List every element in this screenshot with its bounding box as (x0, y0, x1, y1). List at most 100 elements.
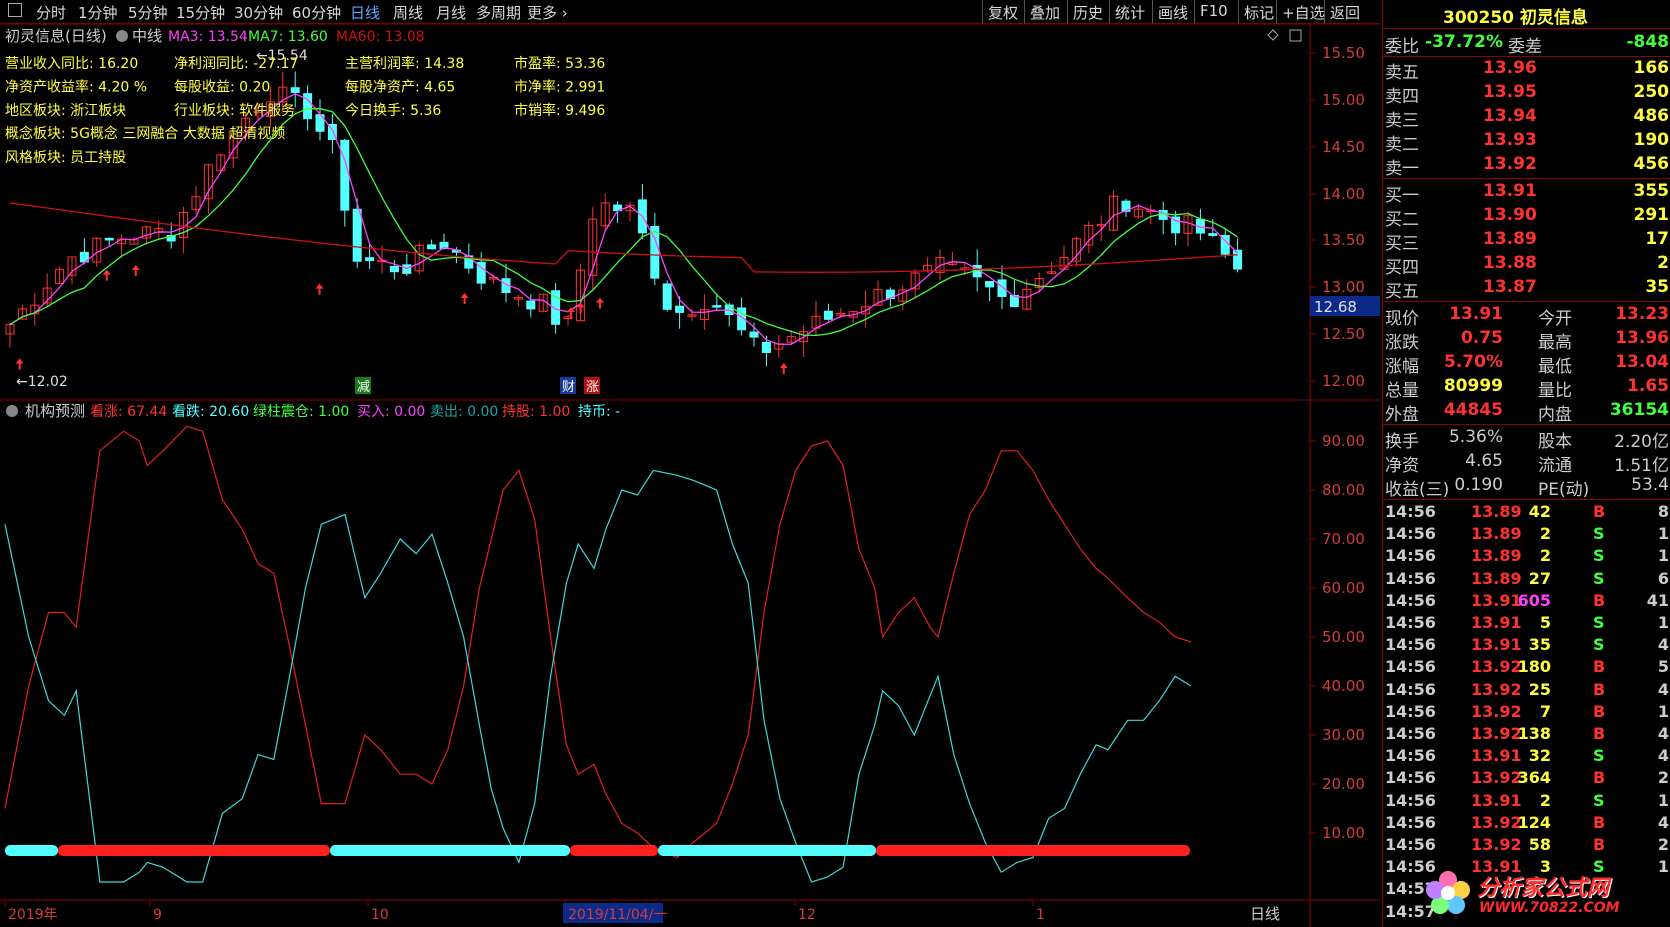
bid-volume-3: 2 (1657, 253, 1669, 273)
tick-count: 4 (1657, 635, 1669, 655)
quote-value-1: 0.75 (1461, 328, 1503, 348)
main-indicator: 中线 (132, 27, 162, 45)
panel-divider (1383, 178, 1670, 179)
tick-count: 5 (1657, 657, 1669, 677)
concept-board: 概念板块: 5G概念 三网融合 大数据 超清视频 (5, 125, 285, 142)
tick-count: 1 (1657, 790, 1669, 810)
ma3-label: MA3: 13.54 (168, 29, 248, 45)
panel-header: 300250 初灵信息 (1383, 3, 1670, 28)
panel-divider (1383, 301, 1670, 302)
candle-body (985, 280, 995, 288)
bid-volume-0: 355 (1633, 181, 1670, 201)
ask-label-0: 卖五 (1385, 63, 1419, 83)
tick-volume: 124 (1517, 812, 1551, 832)
tick-count: 4 (1657, 724, 1669, 743)
bid-volume-1: 291 (1633, 205, 1670, 225)
tick-row: 14:56 13.92 180 B 5 (1383, 657, 1670, 679)
tick-time: 14:56 (1385, 568, 1436, 588)
quote-label2-3: 量比 (1538, 381, 1572, 401)
bear-line (4, 469, 1192, 883)
quote-row-1: 涨跌 0.75 最高 13.96 (1383, 328, 1670, 353)
signal-bar-4 (658, 845, 876, 856)
main-ylabel-1: 15.00 (1322, 91, 1365, 109)
period-label: 日线 (1250, 905, 1280, 923)
sub-item-6: 持币: - (578, 404, 620, 420)
stat-label-2: 收益(三) (1385, 480, 1450, 500)
ask-volume-4: 456 (1633, 154, 1670, 174)
fund-2-3: 市销率: 9.496 (514, 102, 605, 119)
stat-value2-0: 2.20亿 (1614, 432, 1669, 452)
bid-price-0: 13.91 (1483, 181, 1537, 201)
tick-side: B (1593, 590, 1606, 610)
stock-code-name: 300250 初灵信息 (1443, 8, 1588, 28)
candle-body (761, 341, 771, 353)
tick-time: 14:56 (1385, 635, 1436, 655)
tick-time: 14:56 (1385, 502, 1436, 521)
kline-chart[interactable]: 15.50 15.00 14.50 14.00 13.50 13.00 12.50 12.00… (0, 0, 1380, 927)
tick-time: 14:56 (1385, 701, 1436, 721)
tick-volume: 58 (1528, 835, 1551, 854)
site-watermark: 分析家公式网 WWW.70822.COM (1423, 868, 1669, 920)
tick-time: 14:56 (1385, 768, 1436, 788)
tick-count: 4 (1657, 812, 1669, 832)
up-arrow-icon (595, 297, 604, 309)
stat-row-2: 收益(三) 0.190 PE(动) 53.4 (1383, 475, 1670, 500)
tick-volume: 180 (1517, 657, 1551, 677)
signal-bar-3 (570, 845, 658, 856)
tick-row: 14:56 13.92 364 B 2 (1383, 768, 1670, 790)
candle-body (427, 244, 437, 250)
tick-price: 13.92 (1471, 679, 1522, 699)
quote-value2-1: 13.96 (1615, 328, 1669, 348)
ask-label-1: 卖四 (1385, 87, 1419, 107)
panel-divider (1383, 28, 1670, 29)
candle-body (340, 139, 350, 211)
tick-price: 13.92 (1471, 812, 1522, 832)
tick-count: 2 (1657, 768, 1669, 788)
quote-label-0: 现价 (1385, 309, 1419, 329)
ma7-line (9, 107, 1238, 337)
sub-item-3: 买入: 0.00 (357, 404, 425, 420)
sub-ylabel-0: 90.00 (1322, 432, 1365, 450)
tick-time: 14:56 (1385, 546, 1436, 566)
ask-price-4: 13.92 (1483, 154, 1537, 174)
fund-0-2: 主营利润率: 14.38 (345, 55, 464, 72)
main-ylabel-0: 15.50 (1322, 44, 1365, 62)
ask-row-3: 卖二 13.93 190 (1383, 130, 1670, 155)
sub-ylabel-2: 70.00 (1322, 530, 1365, 548)
quote-row-3: 总量 80999 量比 1.65 (1383, 376, 1670, 401)
tick-side: B (1593, 724, 1606, 743)
sub-item-0: 看涨: 67.44 (90, 404, 167, 420)
up-arrow-icon (315, 283, 324, 295)
tick-count: 1 (1657, 546, 1669, 566)
indicator-toggle-icon (116, 30, 128, 42)
stat-value-2: 0.190 (1454, 475, 1503, 495)
sub-ylabel-4: 50.00 (1322, 628, 1365, 646)
webi-row: 委比 -37.72% 委差 -848 (1383, 32, 1670, 57)
quote-value-3: 80999 (1443, 376, 1503, 396)
finance-marker: 财 (562, 380, 575, 395)
tick-volume: 364 (1517, 768, 1551, 788)
candle-body (389, 265, 399, 273)
quote-label-1: 涨跌 (1385, 333, 1419, 353)
bid-label-2: 买三 (1385, 234, 1419, 254)
flower-logo-icon (1426, 871, 1470, 914)
tick-row: 14:56 13.92 124 B 4 (1383, 813, 1670, 835)
quote-value2-3: 1.65 (1627, 376, 1669, 396)
stat-value2-1: 1.51亿 (1614, 456, 1669, 476)
fund-1-0: 净资产收益率: 4.20 % (5, 79, 147, 96)
tick-count: 4 (1657, 679, 1669, 699)
tick-time: 14:56 (1385, 679, 1436, 699)
tick-price: 13.89 (1471, 546, 1522, 566)
bid-row-1: 买二 13.90 291 (1383, 205, 1670, 230)
fund-2-2: 今日换手: 5.36 (345, 102, 441, 119)
quote-label-4: 外盘 (1385, 405, 1419, 425)
candle-body (823, 310, 833, 320)
quote-value-4: 44845 (1443, 400, 1503, 420)
quote-row-2: 涨幅 5.70% 最低 13.04 (1383, 352, 1670, 377)
xaxis-label-1: 9 (153, 907, 162, 923)
bid-row-0: 买一 13.91 355 (1383, 181, 1670, 206)
quote-value2-4: 36154 (1609, 400, 1669, 420)
tick-price: 13.92 (1471, 657, 1522, 677)
tick-count: 1 (1657, 613, 1669, 632)
ma7-label: MA7: 13.60 (248, 29, 328, 45)
